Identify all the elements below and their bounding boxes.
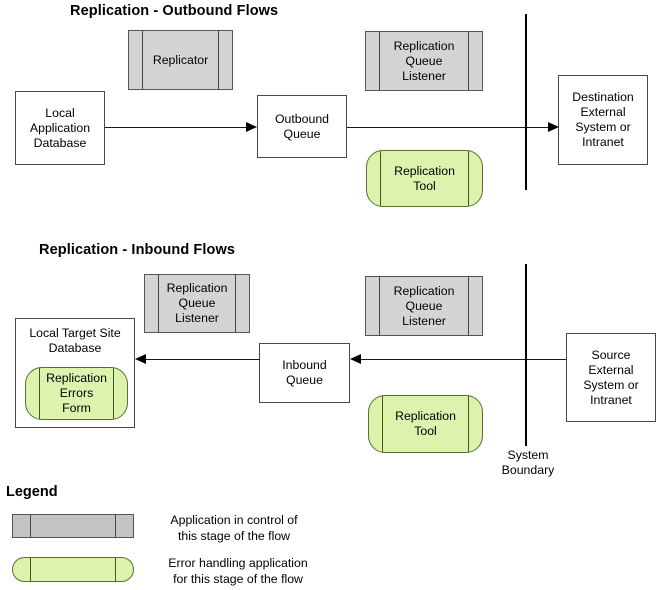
node-inbound-queue: Inbound Queue xyxy=(259,343,350,403)
connector-source-to-inboundqueue xyxy=(360,359,566,360)
system-boundary-label: System Boundary xyxy=(501,448,555,477)
node-destination-external-system: Destination External System or Intranet xyxy=(558,75,648,165)
node-local-application-database-label: Local Application Database xyxy=(29,105,91,150)
connector-outboundqueue-to-destination xyxy=(347,127,554,128)
section-title-outbound: Replication - Outbound Flows xyxy=(70,3,279,19)
node-source-external-system: Source External System or Intranet xyxy=(566,333,656,422)
node-replication-queue-listener-inbound-left: Replication Queue Listener xyxy=(144,274,250,333)
diagram-canvas: Replication - Outbound Flows Replicator … xyxy=(0,0,657,590)
node-replication-tool-outbound-label: Replication Tool xyxy=(394,163,455,193)
legend-swatch-component xyxy=(12,514,134,538)
legend-title: Legend xyxy=(6,484,58,500)
node-local-application-database: Local Application Database xyxy=(15,91,105,165)
legend-label-component: Application in control of this stage of t… xyxy=(170,513,298,543)
node-replication-queue-listener-outbound-label: Replication Queue Listener xyxy=(393,38,455,83)
arrowhead-localdb-to-outboundqueue xyxy=(246,122,257,132)
node-replication-queue-listener-inbound-left-label: Replication Queue Listener xyxy=(166,281,228,325)
node-destination-external-system-label: Destination External System or Intranet xyxy=(572,90,634,149)
node-replication-tool-inbound: Replication Tool xyxy=(368,395,483,453)
node-replicator-label: Replicator xyxy=(152,52,209,67)
node-replication-errors-form-label: Replication Errors Form xyxy=(46,371,107,415)
node-outbound-queue-label: Outbound Queue xyxy=(274,111,329,141)
connector-inboundqueue-to-targetdb xyxy=(146,359,260,360)
node-replication-tool-outbound: Replication Tool xyxy=(366,150,483,207)
node-replication-errors-form: Replication Errors Form xyxy=(25,367,128,420)
node-replicator: Replicator xyxy=(128,30,233,90)
node-replication-tool-inbound-label: Replication Tool xyxy=(395,409,456,438)
system-boundary-line-bottom xyxy=(525,264,527,446)
system-boundary-line-top xyxy=(525,14,527,190)
node-replication-queue-listener-inbound-right-label: Replication Queue Listener xyxy=(393,283,455,328)
node-local-target-site-database-label: Local Target Site Database xyxy=(29,326,121,355)
connector-localdb-to-outboundqueue xyxy=(105,127,248,128)
node-source-external-system-label: Source External System or Intranet xyxy=(583,347,639,407)
legend-swatch-error-handler xyxy=(12,557,134,582)
node-replication-queue-listener-outbound: Replication Queue Listener xyxy=(365,31,483,91)
node-outbound-queue: Outbound Queue xyxy=(257,95,347,158)
arrowhead-inboundqueue-to-targetdb xyxy=(135,354,146,364)
arrowhead-outboundqueue-to-destination xyxy=(548,122,559,132)
legend-label-error-handler: Error handling application for this stage… xyxy=(168,556,308,586)
arrowhead-source-to-inboundqueue xyxy=(350,354,361,364)
section-title-inbound: Replication - Inbound Flows xyxy=(39,242,236,258)
node-inbound-queue-label: Inbound Queue xyxy=(282,358,327,387)
node-replication-queue-listener-inbound-right: Replication Queue Listener xyxy=(365,276,483,336)
